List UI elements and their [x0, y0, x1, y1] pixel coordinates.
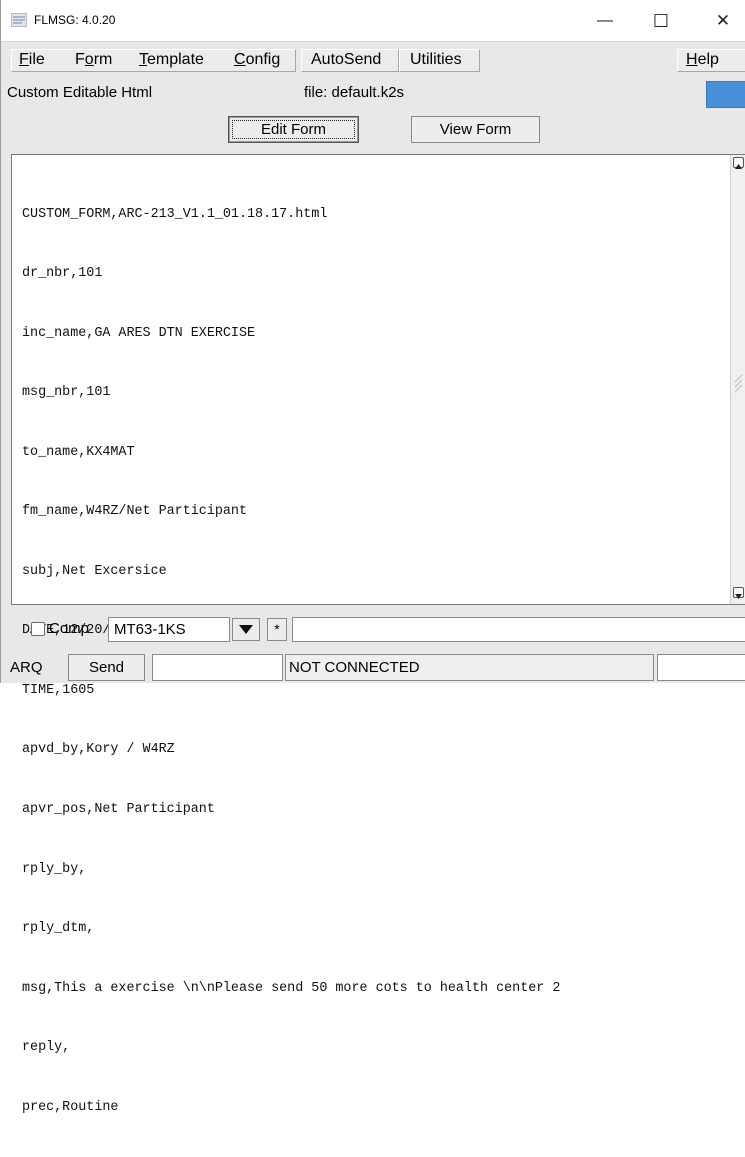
scroll-up-button[interactable] [733, 157, 744, 169]
menu-form[interactable]: Form [75, 51, 112, 69]
status-indicator [706, 81, 745, 108]
status-row: ARQ Send NOT CONNECTED [1, 650, 745, 683]
editor-line: inc_name,GA ARES DTN EXERCISE [22, 325, 256, 341]
connection-status-field: NOT CONNECTED [285, 654, 654, 681]
triangle-down-icon [735, 594, 742, 599]
edit-form-button[interactable]: Edit Form [228, 116, 359, 143]
send-label: Send [88, 659, 125, 676]
scroll-down-button[interactable] [733, 587, 744, 599]
triangle-up-icon [735, 164, 742, 169]
star-label: * [274, 621, 280, 637]
modem-row: Comp MT63-1KS * [1, 614, 745, 644]
arq-label: ARQ [10, 659, 43, 676]
comp-checkbox[interactable] [31, 622, 45, 636]
menu-file[interactable]: File [19, 51, 45, 69]
editor-line: fm_name,W4RZ/Net Participant [22, 504, 247, 520]
editor-line: apvd_by,Kory / W4RZ [22, 742, 175, 758]
menu-config[interactable]: Config [234, 51, 280, 69]
modem-select-value: MT63-1KS [114, 621, 186, 638]
send-button[interactable]: Send [68, 654, 145, 681]
form-text-editor[interactable]: CUSTOM_FORM,ARC-213_V1.1_01.18.17.html d… [11, 154, 745, 1115]
vertical-scrollbar[interactable] [730, 155, 745, 604]
view-form-label: View Form [439, 121, 512, 138]
triangle-down-icon [239, 625, 253, 634]
editor-line: msg_nbr,101 [22, 385, 111, 401]
file-name-label: file: default.k2s [304, 84, 405, 101]
connection-status-text: NOT CONNECTED [289, 659, 420, 676]
menu-template[interactable]: Template [139, 51, 204, 69]
menu-autosend[interactable]: AutoSend [311, 51, 381, 69]
editor-line: reply, [22, 1040, 71, 1056]
star-button[interactable]: * [267, 618, 287, 641]
modem-extra-field[interactable] [292, 617, 745, 642]
scroll-grip-icon[interactable] [734, 367, 743, 395]
editor-line: subj,Net Excersice [22, 563, 167, 579]
minimize-button[interactable]: — [582, 8, 628, 34]
editor-line: apvr_pos,Net Participant [22, 802, 215, 817]
editor-line: msg,This a exercise \n\nPlease send 50 m… [22, 980, 561, 996]
flmsg-app-icon [11, 13, 27, 27]
title-bar: FLMSG: 4.0.20 — ☐ ✕ [1, 0, 745, 42]
edit-form-label: Edit Form [260, 121, 326, 138]
menu-utilities[interactable]: Utilities [410, 51, 462, 69]
maximize-button[interactable]: ☐ [638, 8, 684, 34]
modem-select[interactable]: MT63-1KS [108, 617, 230, 642]
app-window: FLMSG: 4.0.20 — ☐ ✕ File Form Template C… [0, 0, 745, 1115]
form-type-label: Custom Editable Html [7, 84, 153, 101]
editor-line: CUSTOM_FORM,ARC-213_V1.1_01.18.17.html [22, 206, 328, 222]
editor-line: rply_dtm, [22, 921, 95, 937]
editor-line: rply_by, [22, 861, 87, 877]
view-form-button[interactable]: View Form [411, 116, 540, 143]
send-target-field[interactable] [152, 654, 283, 681]
editor-line: TIME,1605 [22, 682, 95, 698]
editor-line: dr_nbr,101 [22, 266, 103, 282]
right-status-field [657, 654, 745, 681]
comp-label: Comp [49, 620, 90, 637]
menu-bar: File Form Template Config AutoSend Utili… [1, 49, 745, 72]
menu-help[interactable]: Help [686, 51, 719, 69]
window-title: FLMSG: 4.0.20 [34, 13, 116, 27]
modem-dropdown-button[interactable] [232, 618, 260, 641]
info-bar: Custom Editable Html file: default.k2s [1, 76, 745, 110]
editor-line: to_name,KX4MAT [22, 444, 135, 460]
editor-line: prec,Routine [22, 1099, 119, 1115]
close-button[interactable]: ✕ [700, 8, 745, 34]
